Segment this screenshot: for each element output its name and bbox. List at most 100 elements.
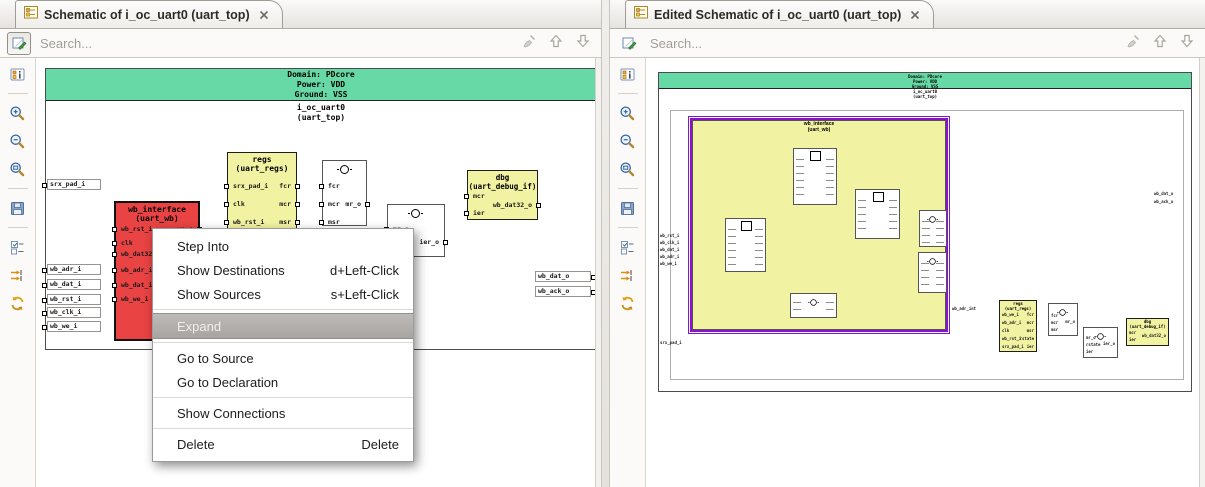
close-icon[interactable] <box>909 9 921 21</box>
menu-separator <box>153 309 413 310</box>
save-icon[interactable] <box>6 197 30 219</box>
menu-item-expand[interactable]: Expand <box>153 313 413 339</box>
operator-icon <box>807 299 819 307</box>
toolbar-separator <box>617 188 638 189</box>
block-operator-1[interactable]: fcr mcr msr mr_o <box>1048 303 1078 336</box>
toolbar-separator <box>7 188 28 189</box>
port: ier <box>464 209 485 217</box>
menu-item-step-into[interactable]: Step Into <box>153 234 413 258</box>
find-next-icon[interactable] <box>1179 33 1195 54</box>
banner-domain: Domain: PDcore <box>287 70 355 79</box>
register-icon <box>740 221 752 231</box>
zoom-out-icon[interactable] <box>616 130 640 152</box>
zoom-in-icon[interactable] <box>6 102 30 124</box>
port: wb_we_i <box>111 295 149 303</box>
tab-title: Schematic of i_oc_uart0 (uart_top) <box>44 7 250 22</box>
close-icon[interactable] <box>258 9 270 21</box>
operator-icon <box>1057 309 1068 317</box>
menu-item-show-connections[interactable]: Show Connections <box>153 401 413 425</box>
output-port-wb_ack_o: wb_ack_o <box>535 286 596 297</box>
search-input[interactable] <box>38 34 514 52</box>
search-mode-toggle-button[interactable] <box>617 32 641 55</box>
schematic-tab-icon <box>633 4 649 25</box>
zoom-in-icon[interactable] <box>616 102 640 124</box>
search-mode-toggle-button[interactable] <box>7 31 31 55</box>
right-schematic-canvas[interactable]: Domain: PDcore Power: VDD Ground: VSS i_… <box>646 58 1205 487</box>
follow-signal-icon[interactable] <box>6 264 30 286</box>
port: mcr <box>464 192 485 200</box>
schematic-tab-icon <box>23 4 39 25</box>
toolbar-separator <box>617 227 638 228</box>
menu-item-delete[interactable]: Delete Delete <box>153 432 413 456</box>
clear-search-icon[interactable] <box>521 33 537 54</box>
input-port-srx_pad_i: srx_pad_i <box>660 340 682 345</box>
tab-title: Edited Schematic of i_oc_uart0 (uart_top… <box>654 7 902 22</box>
zoom-out-icon[interactable] <box>6 130 30 152</box>
refresh-icon[interactable] <box>616 292 640 314</box>
diagram-properties-icon[interactable] <box>616 63 640 85</box>
register-icon <box>872 192 884 202</box>
banner-power: Power: VDD <box>296 80 346 89</box>
menu-item-show-sources[interactable]: Show Sources s+Left-Click <box>153 282 413 306</box>
right-tabbar: Edited Schematic of i_oc_uart0 (uart_top… <box>610 0 1205 29</box>
tab-edited-schematic[interactable]: Edited Schematic of i_oc_uart0 (uart_top… <box>625 0 935 28</box>
search-input[interactable] <box>648 34 1118 52</box>
block-operator-2[interactable]: mr_o rstate ier ier_o <box>1083 327 1118 358</box>
follow-signal-icon[interactable] <box>616 264 640 286</box>
block-operator-1[interactable]: fcr mcr msr mr_o <box>319 160 370 226</box>
port: mr_o <box>345 200 370 208</box>
port: srx_pad_i <box>223 182 269 190</box>
schematic-editor-window: Schematic of i_oc_uart0 (uart_top) Searc… <box>0 0 1205 487</box>
diagram-properties-icon[interactable] <box>6 63 30 85</box>
port: msr <box>319 218 340 226</box>
tab-schematic[interactable]: Schematic of i_oc_uart0 (uart_top) <box>15 0 283 28</box>
vertical-scrollbar[interactable] <box>1199 58 1205 487</box>
zoom-fit-icon[interactable] <box>6 158 30 180</box>
find-previous-icon[interactable] <box>548 33 564 54</box>
left-tabbar: Schematic of i_oc_uart0 (uart_top) <box>0 0 601 29</box>
left-schematic-canvas[interactable]: Domain: PDcore Power: VDD Ground: VSS i_… <box>36 58 601 487</box>
find-next-icon[interactable] <box>575 33 591 54</box>
input-port-wb_adr_i: wb_adr_i <box>42 264 101 275</box>
subblock-operator-3[interactable] <box>790 293 837 318</box>
block-dbg[interactable]: dbg (uart_debug_if) mcr ier wb_dat32_o <box>464 170 542 220</box>
left-editor-pane: Schematic of i_oc_uart0 (uart_top) Searc… <box>0 0 601 487</box>
menu-separator <box>153 428 413 429</box>
power-domain-banner: Domain: PDcore Power: VDD Ground: VSS <box>46 69 596 101</box>
menu-item-go-to-source[interactable]: Go to Source <box>153 346 413 370</box>
input-port: wb_adr_i <box>660 254 680 259</box>
filter-options-icon[interactable] <box>616 236 640 258</box>
input-port-srx_pad_i: srx_pad_i <box>42 179 101 190</box>
block-dbg[interactable]: dbg (uart_debug_if) mcr ier wb_dat32_o <box>1126 318 1169 346</box>
subblock-register-2[interactable] <box>855 189 900 239</box>
menu-item-go-to-declaration[interactable]: Go to Declaration <box>153 370 413 394</box>
banner-ground: Ground: VSS <box>294 90 348 99</box>
port: clk <box>112 239 133 247</box>
vertical-scrollbar[interactable] <box>595 58 601 487</box>
operator-icon <box>1094 333 1106 341</box>
input-port: wb_rst_i <box>660 233 680 238</box>
refresh-icon[interactable] <box>6 292 30 314</box>
menu-item-show-destinations[interactable]: Show Destinations d+Left-Click <box>153 258 413 282</box>
instance-label: i_oc_uart0 (uart_top) <box>912 89 938 99</box>
pane-divider[interactable] <box>601 0 610 487</box>
port: fcr <box>279 182 300 190</box>
port: mcr <box>319 200 340 208</box>
subblock-operator-2[interactable] <box>918 252 947 293</box>
subblock-operator-1[interactable] <box>919 210 947 247</box>
menu-separator <box>153 342 413 343</box>
subblock-register-3[interactable] <box>725 218 766 272</box>
input-port: wb_we_i <box>660 261 677 266</box>
subblock-register-1[interactable] <box>793 148 837 205</box>
output-port: wb_ack_o <box>1154 199 1174 204</box>
toolbar-separator <box>7 93 28 94</box>
search-actions <box>1125 33 1195 54</box>
net-label-wb_adr_int: wb_adr_int <box>952 306 977 311</box>
filter-options-icon[interactable] <box>6 236 30 258</box>
right-search-bar <box>610 29 1205 58</box>
block-regs[interactable]: regs (uart_regs) wb_we_i wb_adr_i clk wb… <box>999 300 1037 352</box>
zoom-fit-icon[interactable] <box>616 158 640 180</box>
clear-search-icon[interactable] <box>1125 33 1141 54</box>
save-icon[interactable] <box>616 197 640 219</box>
find-previous-icon[interactable] <box>1152 33 1168 54</box>
